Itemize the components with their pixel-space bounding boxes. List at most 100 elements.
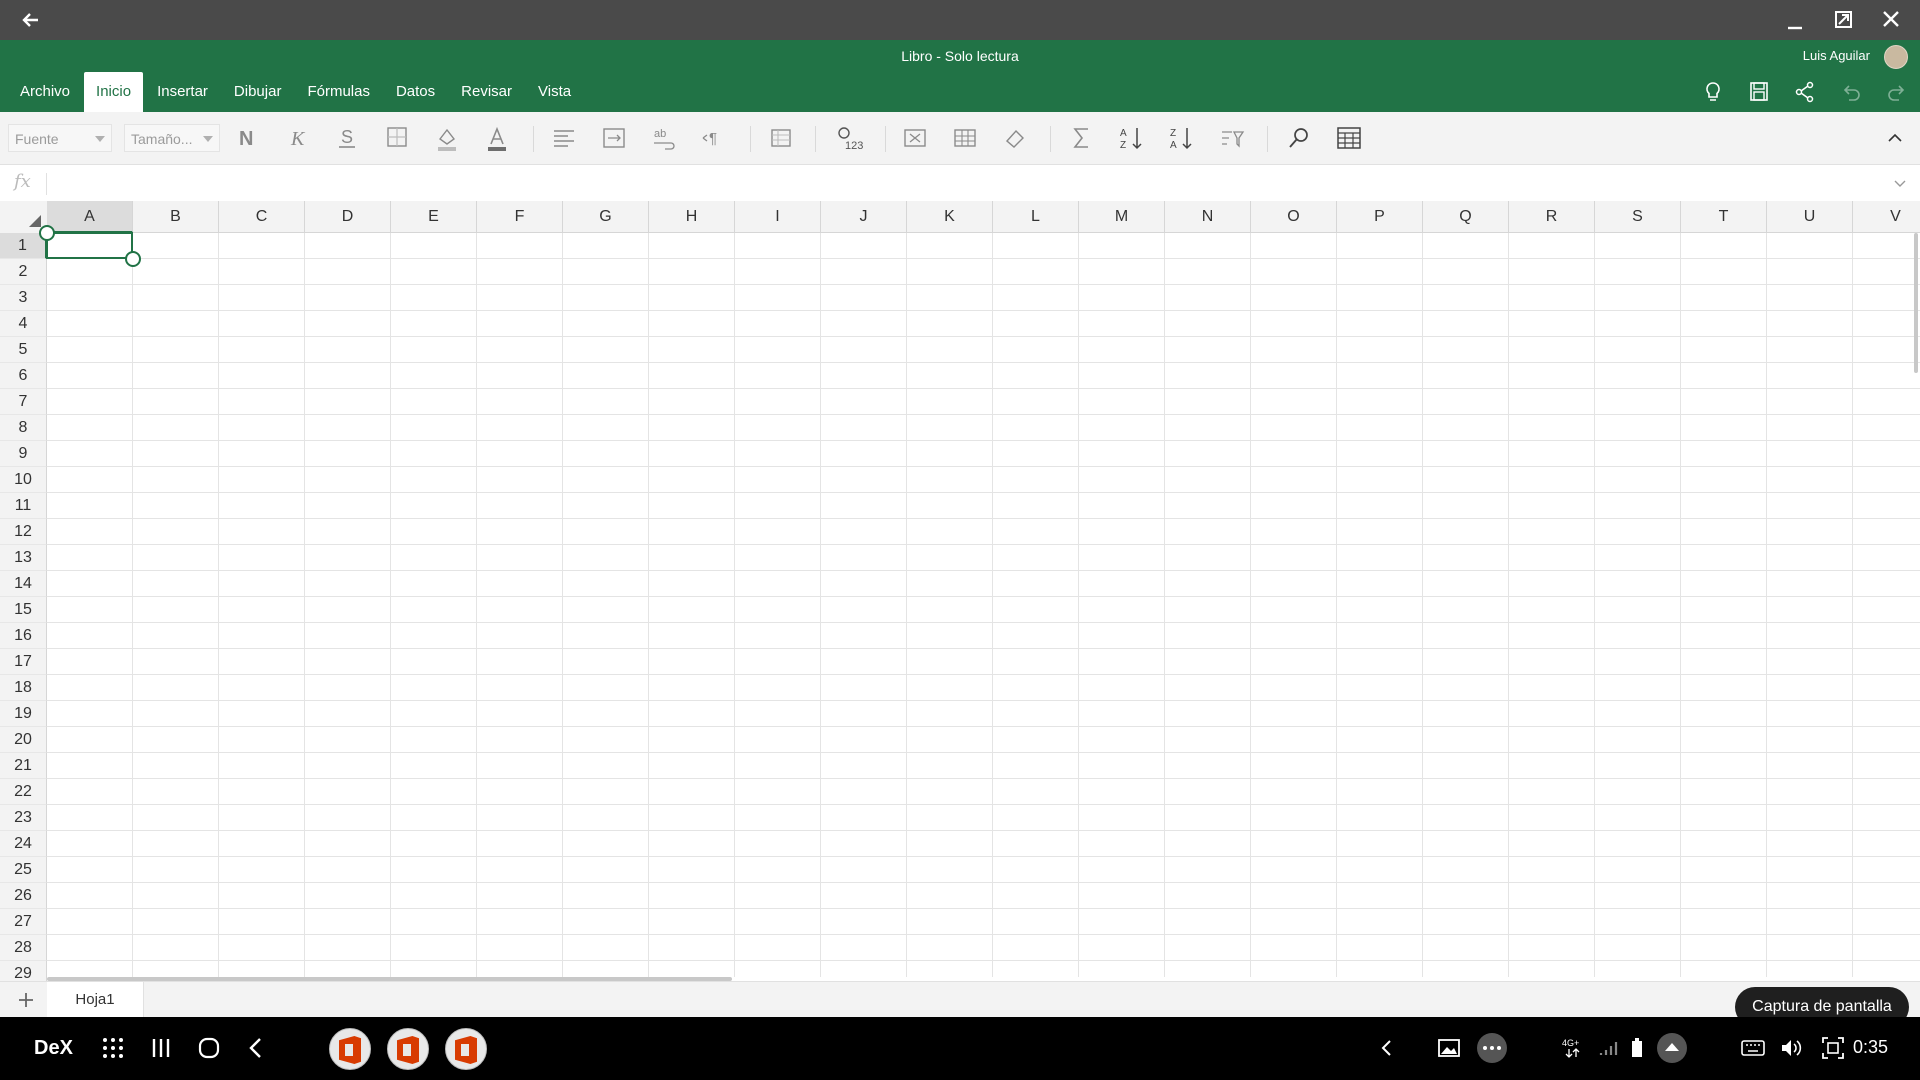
filter-icon[interactable]: [1215, 122, 1249, 154]
row-header-21[interactable]: 21: [0, 753, 47, 779]
maximize-icon[interactable]: [1828, 6, 1858, 34]
row-header-16[interactable]: 16: [0, 623, 47, 649]
eraser-icon[interactable]: [998, 122, 1032, 154]
column-header-i[interactable]: I: [735, 201, 821, 233]
row-header-26[interactable]: 26: [0, 883, 47, 909]
column-header-l[interactable]: L: [993, 201, 1079, 233]
nav-back-icon[interactable]: [242, 1032, 272, 1064]
spreadsheet-grid[interactable]: ABCDEFGHIJKLMNOPQRSTUV 1 2 3 4 5 6 7 8 9 10 11 12 13…: [0, 201, 1920, 981]
column-header-j[interactable]: J: [821, 201, 907, 233]
row-header-12[interactable]: 12: [0, 519, 47, 545]
column-header-q[interactable]: Q: [1423, 201, 1509, 233]
close-icon[interactable]: [1876, 6, 1906, 34]
tab-datos[interactable]: Datos: [384, 72, 447, 112]
column-header-b[interactable]: B: [133, 201, 219, 233]
redo-icon[interactable]: [1882, 78, 1912, 106]
row-header-19[interactable]: 19: [0, 701, 47, 727]
sheet-tab-hoja1[interactable]: Hoja1: [47, 982, 144, 1018]
home-icon[interactable]: [194, 1032, 224, 1064]
row-header-5[interactable]: 5: [0, 337, 47, 363]
column-header-s[interactable]: S: [1595, 201, 1681, 233]
row-header-8[interactable]: 8: [0, 415, 47, 441]
gallery-icon[interactable]: [1434, 1032, 1464, 1064]
avatar[interactable]: [1884, 45, 1908, 69]
sort-descending-icon[interactable]: ZA: [1165, 122, 1199, 154]
tab-formulas[interactable]: Fórmulas: [295, 72, 382, 112]
merge-cells-icon[interactable]: [597, 122, 631, 154]
row-header-20[interactable]: 20: [0, 727, 47, 753]
tab-revisar[interactable]: Revisar: [449, 72, 524, 112]
apps-grid-icon[interactable]: [98, 1032, 128, 1064]
row-header-15[interactable]: 15: [0, 597, 47, 623]
autosum-icon[interactable]: [1065, 122, 1099, 154]
collapse-ribbon-icon[interactable]: [1878, 122, 1912, 154]
delete-cells-icon[interactable]: [948, 122, 982, 154]
column-header-n[interactable]: N: [1165, 201, 1251, 233]
text-direction-icon[interactable]: ¶: [697, 122, 731, 154]
column-header-h[interactable]: H: [649, 201, 735, 233]
underline-icon[interactable]: S: [330, 122, 364, 154]
row-header-7[interactable]: 7: [0, 389, 47, 415]
table-icon[interactable]: [1332, 122, 1366, 154]
font-dropdown[interactable]: Fuente: [8, 124, 112, 152]
dex-label[interactable]: DeX: [34, 1037, 73, 1060]
column-header-o[interactable]: O: [1251, 201, 1337, 233]
tab-archivo[interactable]: Archivo: [8, 72, 82, 112]
bold-icon[interactable]: N: [230, 122, 264, 154]
row-header-24[interactable]: 24: [0, 831, 47, 857]
minimize-icon[interactable]: [1780, 6, 1810, 34]
insert-cells-icon[interactable]: [898, 122, 932, 154]
row-header-18[interactable]: 18: [0, 675, 47, 701]
tab-vista[interactable]: Vista: [526, 72, 583, 112]
column-header-p[interactable]: P: [1337, 201, 1423, 233]
wrap-text-icon[interactable]: ab: [647, 122, 681, 154]
row-header-27[interactable]: 27: [0, 909, 47, 935]
row-header-28[interactable]: 28: [0, 935, 47, 961]
row-header-22[interactable]: 22: [0, 779, 47, 805]
lightbulb-icon[interactable]: [1698, 78, 1728, 106]
font-color-icon[interactable]: [480, 122, 514, 154]
row-header-29[interactable]: 29: [0, 961, 47, 981]
back-arrow-icon[interactable]: [16, 6, 46, 34]
column-header-r[interactable]: R: [1509, 201, 1595, 233]
borders-icon[interactable]: [380, 122, 414, 154]
vertical-scrollbar[interactable]: [1914, 233, 1918, 373]
conditional-format-icon[interactable]: [765, 122, 799, 154]
row-header-17[interactable]: 17: [0, 649, 47, 675]
column-header-g[interactable]: G: [563, 201, 649, 233]
column-header-c[interactable]: C: [219, 201, 305, 233]
office-app-icon[interactable]: [445, 1028, 487, 1070]
office-app-icon[interactable]: [387, 1028, 429, 1070]
italic-icon[interactable]: K: [280, 122, 314, 154]
user-name[interactable]: Luis Aguilar: [1803, 48, 1870, 63]
number-format-icon[interactable]: 123: [832, 122, 866, 154]
row-header-10[interactable]: 10: [0, 467, 47, 493]
selection-handle-top-left[interactable]: [39, 225, 55, 241]
office-app-icon[interactable]: [329, 1028, 371, 1070]
tab-inicio[interactable]: Inicio: [84, 72, 144, 112]
chevron-left-icon[interactable]: [1372, 1032, 1402, 1064]
column-header-k[interactable]: K: [907, 201, 993, 233]
tab-dibujar[interactable]: Dibujar: [222, 72, 294, 112]
row-header-23[interactable]: 23: [0, 805, 47, 831]
notifications-expand-icon[interactable]: [1654, 1032, 1690, 1064]
size-dropdown[interactable]: Tamaño...: [124, 124, 220, 152]
column-header-m[interactable]: M: [1079, 201, 1165, 233]
row-header-4[interactable]: 4: [0, 311, 47, 337]
column-header-a[interactable]: A: [47, 201, 133, 233]
row-header-13[interactable]: 13: [0, 545, 47, 571]
column-header-u[interactable]: U: [1767, 201, 1853, 233]
undo-icon[interactable]: [1836, 78, 1866, 106]
save-icon[interactable]: [1744, 78, 1774, 106]
column-header-v[interactable]: V: [1853, 201, 1920, 233]
row-header-11[interactable]: 11: [0, 493, 47, 519]
screenshot-icon[interactable]: [1818, 1032, 1848, 1064]
column-header-d[interactable]: D: [305, 201, 391, 233]
search-icon[interactable]: [1282, 122, 1316, 154]
expand-formula-icon[interactable]: [1892, 175, 1908, 191]
align-icon[interactable]: [547, 122, 581, 154]
keyboard-icon[interactable]: [1738, 1032, 1768, 1064]
fill-color-icon[interactable]: [430, 122, 464, 154]
row-header-14[interactable]: 14: [0, 571, 47, 597]
more-options-icon[interactable]: [1474, 1032, 1510, 1064]
